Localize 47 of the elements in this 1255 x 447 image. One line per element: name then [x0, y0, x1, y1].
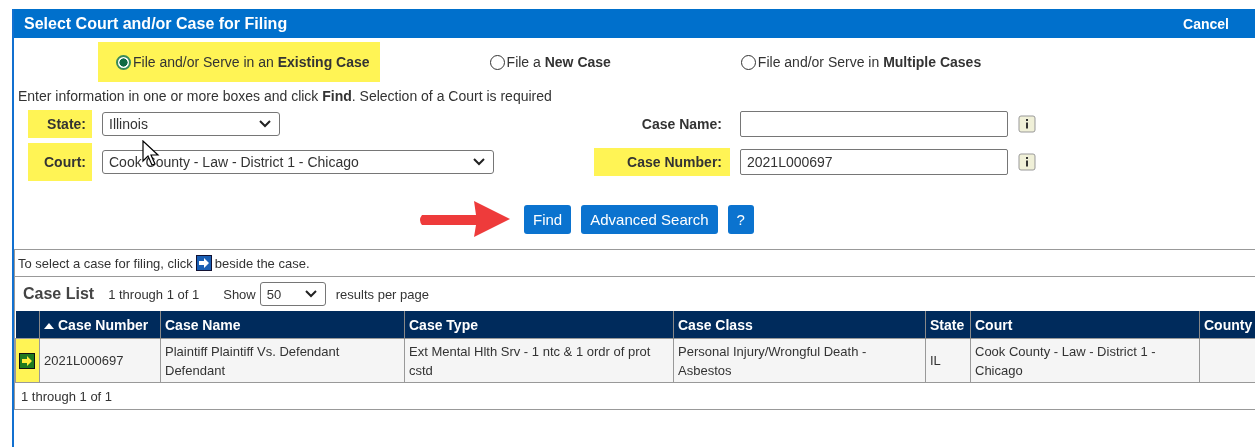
- field-label: Case Number:: [594, 148, 730, 176]
- cancel-link[interactable]: Cancel: [1183, 15, 1229, 32]
- filing-option-radio[interactable]: File and/or Serve in Multiple Cases: [740, 42, 982, 82]
- table-cell: Personal Injury/Wrongful Death - Asbestos: [673, 338, 926, 383]
- table-cell: IL: [925, 338, 971, 383]
- per-page-dropdown[interactable]: 50: [259, 282, 326, 306]
- input-field[interactable]: 2021L000697: [740, 149, 1008, 175]
- info-icon[interactable]: [1018, 153, 1036, 171]
- find-button[interactable]: Find: [524, 204, 572, 234]
- instructions-text: Enter information in one or more boxes and click Find. Selection of a Court is required: [17, 87, 553, 104]
- show-label: Show: [223, 286, 256, 302]
- column-header[interactable]: Case Name: [160, 311, 405, 339]
- hint-text: beside the case.: [214, 255, 310, 271]
- select-arrow-icon: [195, 255, 212, 271]
- hint-text: To select a case for filing, click: [18, 255, 193, 271]
- input-field[interactable]: [740, 111, 1008, 137]
- result-range: 1 through 1 of 1: [108, 286, 200, 302]
- column-header[interactable]: Case Type: [404, 311, 674, 339]
- window-title: Select Court and/or Case for Filing: [24, 14, 288, 33]
- column-header[interactable]: County: [1199, 311, 1255, 339]
- field-label: Court:: [28, 143, 92, 181]
- select-case-icon[interactable]: [19, 352, 35, 369]
- dropdown-field[interactable]: Illinois: [102, 112, 280, 136]
- column-header[interactable]: Case Class: [673, 311, 926, 339]
- info-icon[interactable]: [1018, 115, 1036, 133]
- dropdown-value: Illinois: [109, 116, 148, 132]
- sort-ascending-icon: [44, 322, 54, 329]
- chevron-down-icon: [473, 158, 485, 166]
- column-header[interactable]: State: [925, 311, 971, 339]
- chevron-down-icon: [259, 120, 271, 128]
- per-page-label: results per page: [335, 286, 429, 302]
- column-header[interactable]: Court: [970, 311, 1200, 339]
- help-button[interactable]: ?: [727, 204, 754, 234]
- filing-option-radio[interactable]: File and/or Serve in an Existing Case: [98, 42, 380, 82]
- result-range: 1 through 1 of 1: [20, 387, 114, 406]
- dropdown-value: 50: [266, 286, 282, 302]
- case-list-title: Case List: [23, 285, 95, 303]
- advanced-search-button[interactable]: Advanced Search: [581, 204, 718, 234]
- column-header[interactable]: Case Number: [39, 311, 161, 339]
- table-cell: Cook County - Law - District 1 - Chicago: [970, 338, 1200, 383]
- chevron-down-icon: [304, 290, 317, 298]
- table-cell: 2021L000697: [39, 338, 161, 383]
- field-label: Case Name:: [640, 115, 723, 134]
- table-cell: Ext Mental Hlth Srv - 1 ntc & 1 ordr of prot cstd: [404, 338, 674, 383]
- field-label: State:: [28, 110, 92, 138]
- filing-option-radio[interactable]: File a New Case: [489, 42, 611, 82]
- table-cell: Plaintiff Plaintiff Vs. Defendant Defendant: [160, 338, 405, 383]
